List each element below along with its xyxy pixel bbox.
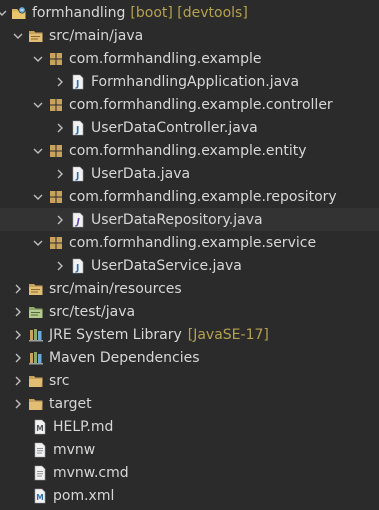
tree-item-file-service[interactable]: J UserDataService.java [0,254,379,277]
collapsed-chevron-icon[interactable] [54,208,66,231]
library-icon [28,350,44,366]
folder-icon [28,396,44,412]
expanded-chevron-icon[interactable] [32,47,44,70]
svg-text:M: M [36,424,43,433]
tree-item-file-entity[interactable]: J UserData.java [0,162,379,185]
tree-item-label: src/test/java [49,303,136,320]
tree-item-label: com.formhandling.example.entity [69,142,307,159]
source-folder-icon [28,304,44,320]
tree-item-src-main-java[interactable]: src/main/java [0,24,379,47]
tree-item-label: HELP.md [53,418,114,435]
svg-text:J: J [75,171,79,181]
tree-item-file-repository[interactable]: J UserDataRepository.java [0,208,379,231]
tree-item-label: src/main/java [49,27,144,44]
tree-item-label: com.formhandling.example.service [69,234,317,251]
tree-item-package-controller[interactable]: com.formhandling.example.controller [0,93,379,116]
tree-item-label: com.formhandling.example.repository [69,188,337,205]
tree-item-file-mvnw-cmd[interactable]: mvnw.cmd [0,461,379,484]
collapsed-chevron-icon[interactable] [54,254,66,277]
package-icon [48,97,64,113]
tree-item-package-service[interactable]: com.formhandling.example.service [0,231,379,254]
text-file-icon [32,442,48,458]
folder-icon [28,373,44,389]
collapsed-chevron-icon[interactable] [54,116,66,139]
java-interface-icon: J [70,212,86,228]
expanded-chevron-icon[interactable] [32,231,44,254]
tree-item-package-repository[interactable]: com.formhandling.example.repository [0,185,379,208]
tree-item-folder-target[interactable]: target [0,392,379,415]
project-explorer-tree: formhandling [boot] [devtools] src/main/… [0,0,379,510]
java-file-icon: J [70,74,86,90]
markdown-file-icon: M [32,419,48,435]
tree-item-label: FormhandlingApplication.java [91,73,300,90]
tree-item-label: com.formhandling.example [69,50,262,67]
svg-text:J: J [75,263,79,273]
tree-item-maven-dependencies[interactable]: Maven Dependencies [0,346,379,369]
library-icon [28,327,44,343]
collapsed-chevron-icon[interactable] [54,70,66,93]
java-file-icon: J [70,166,86,182]
text-file-icon [32,465,48,481]
tree-item-label: src/main/resources [49,280,182,297]
tree-item-label: UserDataRepository.java [91,211,263,228]
tree-item-package-entity[interactable]: com.formhandling.example.entity [0,139,379,162]
package-icon [48,189,64,205]
tree-item-folder-src[interactable]: src [0,369,379,392]
tree-item-file-mvnw[interactable]: mvnw [0,438,379,461]
expanded-chevron-icon[interactable] [0,1,8,24]
tree-item-label: src [49,372,70,389]
svg-text:J: J [75,125,79,135]
collapsed-chevron-icon[interactable] [12,323,24,346]
tree-item-label: pom.xml [53,487,115,504]
tree-item-label: UserData.java [91,165,191,182]
tree-item-label: JRE System Library [49,326,182,343]
tree-item-file-pom[interactable]: M pom.xml [0,484,379,507]
collapsed-chevron-icon[interactable] [12,369,24,392]
project-decoration: [boot] [devtools] [130,4,248,21]
collapsed-chevron-icon[interactable] [12,346,24,369]
tree-item-label: com.formhandling.example.controller [69,96,333,113]
tree-item-src-test-java[interactable]: src/test/java [0,300,379,323]
tree-item-file-application[interactable]: J FormhandlingApplication.java [0,70,379,93]
java-file-icon: J [70,120,86,136]
expanded-chevron-icon[interactable] [32,185,44,208]
expanded-chevron-icon[interactable] [32,139,44,162]
tree-item-src-main-resources[interactable]: src/main/resources [0,277,379,300]
tree-item-label: formhandling [32,4,126,21]
maven-pom-icon: M [32,488,48,504]
collapsed-chevron-icon[interactable] [12,277,24,300]
collapsed-chevron-icon[interactable] [12,392,24,415]
tree-item-label: target [49,395,92,412]
collapsed-chevron-icon[interactable] [12,300,24,323]
svg-text:J: J [75,79,79,89]
package-icon [48,143,64,159]
tree-item-file-controller[interactable]: J UserDataController.java [0,116,379,139]
tree-item-package-example[interactable]: com.formhandling.example [0,47,379,70]
tree-item-project[interactable]: formhandling [boot] [devtools] [0,1,379,24]
tree-item-label: UserDataController.java [91,119,258,136]
expanded-chevron-icon[interactable] [12,24,24,47]
collapsed-chevron-icon[interactable] [54,162,66,185]
tree-item-label: Maven Dependencies [49,349,200,366]
source-folder-icon [28,281,44,297]
tree-item-jre-library[interactable]: JRE System Library [JavaSE-17] [0,323,379,346]
package-icon [48,235,64,251]
project-icon [11,5,27,21]
tree-item-label: mvnw [53,441,96,458]
svg-text:M: M [36,493,43,502]
package-icon [48,51,64,67]
tree-item-file-help[interactable]: M HELP.md [0,415,379,438]
expanded-chevron-icon[interactable] [32,93,44,116]
source-folder-icon [28,28,44,44]
java-file-icon: J [70,258,86,274]
tree-item-label: mvnw.cmd [53,464,129,481]
tree-item-label: UserDataService.java [91,257,242,274]
jre-version-decoration: [JavaSE-17] [187,326,269,343]
